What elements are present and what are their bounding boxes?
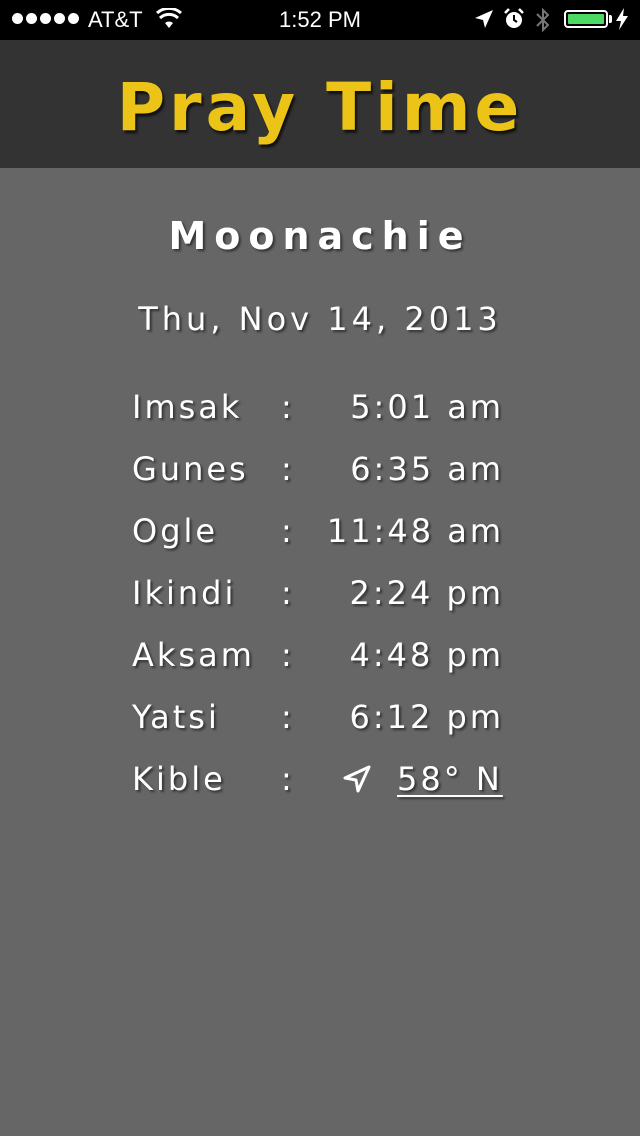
prayer-row-gunes: Gunes : 6:35 am [132,450,552,512]
prayer-times-list: Imsak : 5:01 am Gunes : 6:35 am Ogle : 1… [132,388,552,822]
kible-label: Kible [132,760,226,798]
prayer-name: Ikindi [132,574,237,612]
separator: : [281,388,295,426]
prayer-row-aksam: Aksam : 4:48 pm [132,636,552,698]
prayer-time: 5:01 am [350,388,504,426]
alarm-icon [503,8,525,36]
prayer-time: 6:12 pm [349,698,504,736]
kible-direction-link[interactable]: 58° N [397,760,503,798]
kible-row: Kible : 58° N [132,760,552,822]
prayer-name: Imsak [132,388,243,426]
location-services-icon [474,9,494,35]
prayer-time: 6:35 am [350,450,504,488]
prayer-row-ogle: Ogle : 11:48 am [132,512,552,574]
prayer-row-imsak: Imsak : 5:01 am [132,388,552,450]
prayer-row-ikindi: Ikindi : 2:24 pm [132,574,552,636]
battery-terminal [609,15,612,23]
app-header: Pray Time [0,40,640,168]
prayer-time: 2:24 pm [349,574,504,612]
prayer-time: 4:48 pm [349,636,504,674]
prayer-name: Ogle [132,512,219,550]
city-name: Moonachie [168,214,472,258]
separator: : [281,574,295,612]
separator: : [281,450,295,488]
app-title: Pray Time [116,69,524,146]
separator: : [281,512,295,550]
bluetooth-icon [535,6,551,40]
separator: : [281,760,295,798]
location-arrow-icon [342,764,372,802]
status-bar: AT&T 1:52 PM [0,0,640,40]
prayer-name: Gunes [132,450,249,488]
prayer-row-yatsi: Yatsi : 6:12 pm [132,698,552,760]
separator: : [281,698,295,736]
charging-bolt-icon [616,8,628,36]
battery-level [568,14,604,24]
prayer-name: Yatsi [132,698,220,736]
separator: : [281,636,295,674]
prayer-time: 11:48 am [326,512,504,550]
battery-icon [564,10,608,28]
current-date: Thu, Nov 14, 2013 [138,300,502,338]
prayer-name: Aksam [132,636,255,674]
